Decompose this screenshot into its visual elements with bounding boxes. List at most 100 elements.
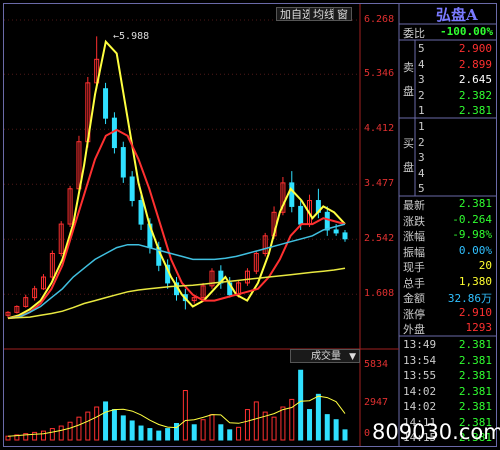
watermark: 809030.com <box>372 420 500 444</box>
volume-bar <box>209 414 215 441</box>
sell-price: 2.645 <box>458 73 492 86</box>
tick-price: 2.381 <box>458 353 492 367</box>
volume-bar <box>253 401 259 441</box>
volume-bar <box>191 424 197 441</box>
weibi-value: -100.00% <box>440 25 493 38</box>
volume-tick-zero: 0 <box>364 428 371 439</box>
volume-label: 成交量 <box>311 351 341 362</box>
volume-bar <box>129 420 135 441</box>
buy-label: 买盘 <box>403 137 414 174</box>
volume-bar <box>298 369 304 441</box>
window-button[interactable]: 窗 <box>333 7 352 21</box>
volume-bar <box>40 430 46 441</box>
peak-value: 5.988 <box>119 31 150 42</box>
price-tick-label: 5.346 <box>364 68 395 80</box>
stat-value: 20 <box>478 259 492 272</box>
volume-bar <box>76 416 82 441</box>
volume-bar <box>156 430 162 441</box>
peak-annotation: ←5.988 <box>113 31 149 42</box>
volume-bar <box>120 415 126 441</box>
stat-label: 涨跌 <box>403 214 425 228</box>
stock-name: 弘盘A <box>436 6 478 24</box>
volume-tick-mid: 2947 <box>364 397 389 408</box>
sell-price: 2.899 <box>458 57 492 71</box>
volume-bar <box>218 424 224 441</box>
sell-price: 2.381 <box>458 104 492 117</box>
volume-bar <box>85 411 91 441</box>
stat-value: 1293 <box>465 321 493 334</box>
sell-level: 5 <box>418 42 425 55</box>
stat-label: 涨停 <box>403 307 425 321</box>
stat-value: 0.00% <box>458 243 492 257</box>
tick-price: 2.381 <box>458 400 492 413</box>
volume-bar <box>280 406 286 441</box>
candle-body <box>120 147 126 178</box>
stat-value: -9.98% <box>452 228 492 241</box>
volume-bar <box>200 419 206 441</box>
price-tick-label: 2.542 <box>364 233 395 245</box>
volume-bar <box>227 429 233 441</box>
tick-price: 2.381 <box>458 384 492 398</box>
stat-value: 2.381 <box>458 197 492 210</box>
volume-bar <box>244 409 250 441</box>
buy-level: 1 <box>418 120 425 133</box>
stat-value: 2.910 <box>458 305 492 319</box>
ma-line-1 <box>7 39 346 320</box>
tick-price: 2.381 <box>458 369 492 382</box>
sell-level: 2 <box>418 88 425 102</box>
buy-level: 4 <box>418 166 425 180</box>
price-tick-label: 1.608 <box>364 288 395 300</box>
buy-level: 2 <box>418 135 425 149</box>
stat-label: 现手 <box>403 261 425 274</box>
tick-time: 14:02 <box>403 384 437 398</box>
tick-time: 13:54 <box>403 353 437 367</box>
tick-time: 14:02 <box>403 400 437 413</box>
stat-label: 最新 <box>403 199 425 212</box>
candle-body <box>289 182 295 207</box>
volume-bar <box>147 428 153 441</box>
tick-time: 13:55 <box>403 369 437 382</box>
buy-level: 3 <box>418 151 425 164</box>
price-tick-label: 4.412 <box>364 123 395 135</box>
stat-value: -0.264 <box>452 212 492 226</box>
tick-price: 2.381 <box>458 338 492 351</box>
price-tick-label: 6.268 <box>364 14 395 25</box>
sell-level: 1 <box>418 104 425 117</box>
candle-body <box>298 205 304 225</box>
sell-price: 2.900 <box>458 42 492 55</box>
volume-bar <box>342 429 348 441</box>
stat-label: 总手 <box>403 276 425 290</box>
candle-body <box>129 176 135 202</box>
volume-bar <box>271 416 277 441</box>
volume-bar <box>94 406 100 441</box>
sell-level: 3 <box>418 73 425 86</box>
volume-bar <box>315 393 321 441</box>
price-tick-label: 3.477 <box>364 178 395 190</box>
volume-bar <box>111 409 117 441</box>
candle-body <box>103 88 109 119</box>
volume-tick-max: 5834 <box>364 359 389 370</box>
sell-level: 4 <box>418 57 425 71</box>
volume-bar <box>49 428 55 441</box>
buy-level: 5 <box>418 182 425 195</box>
volume-bar <box>138 425 144 441</box>
volume-bar <box>182 390 188 441</box>
volume-bar <box>333 419 339 441</box>
volume-bar <box>5 435 11 441</box>
volume-indicator-select[interactable]: 成交量 ▼ <box>290 349 360 363</box>
candle-body <box>342 232 348 240</box>
volume-bar <box>236 426 242 441</box>
volume-bar <box>103 401 109 441</box>
tick-time: 13:49 <box>403 338 437 351</box>
volume-bar <box>58 425 64 441</box>
weibi-label: 委比 <box>403 27 425 40</box>
candle-body <box>324 211 330 231</box>
stat-value: 1,380 <box>458 274 492 288</box>
volume-bar <box>307 409 313 441</box>
kline-chart <box>4 4 496 446</box>
volume-bar <box>289 398 295 441</box>
stat-label: 振幅 <box>403 245 425 259</box>
stat-value: 32.86万 <box>447 292 492 305</box>
volume-bar <box>32 431 38 441</box>
sell-price: 2.382 <box>458 88 492 102</box>
